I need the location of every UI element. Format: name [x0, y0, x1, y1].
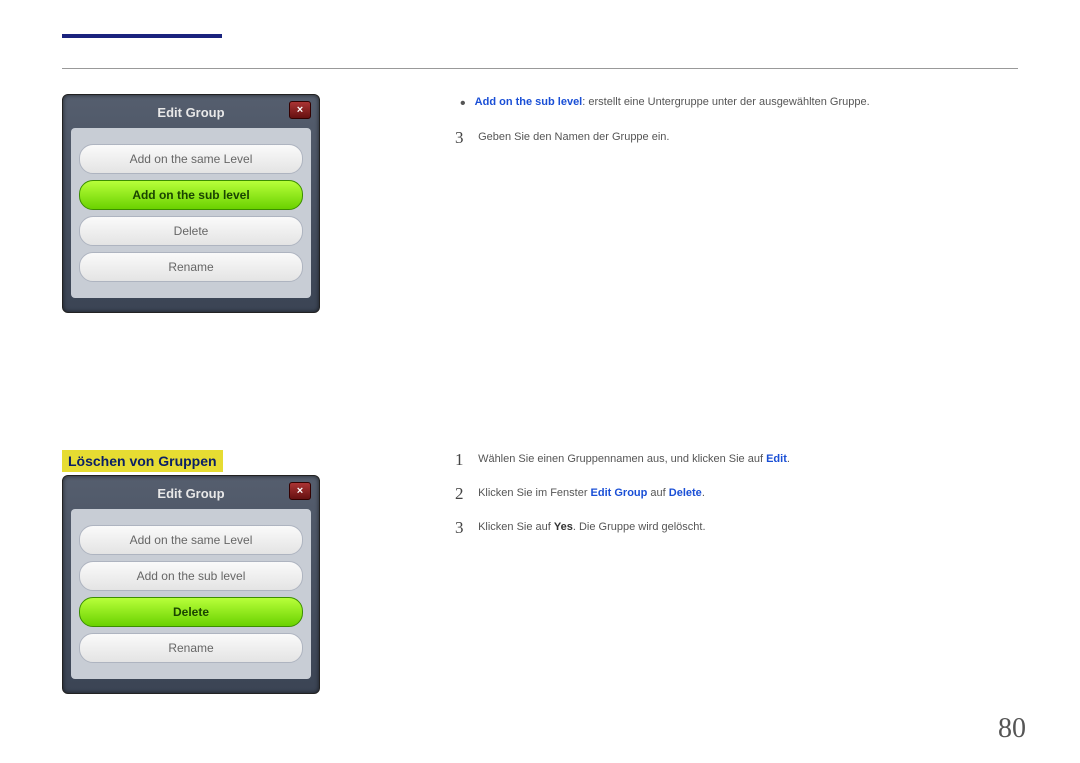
step-keyword: Edit Group	[591, 487, 648, 499]
step-post: . Die Gruppe wird gelöscht.	[573, 521, 706, 533]
step-text: Klicken Sie auf Yes. Die Gruppe wird gel…	[478, 518, 705, 533]
step-text: Klicken Sie im Fenster Edit Group auf De…	[478, 484, 705, 499]
option-rename[interactable]: Rename	[79, 633, 303, 663]
option-delete[interactable]: Delete	[79, 216, 303, 246]
heading-delete-groups: Löschen von Gruppen	[62, 450, 223, 472]
edit-group-dialog-1: Edit Group × Add on the same Level Add o…	[62, 94, 320, 313]
option-delete[interactable]: Delete	[79, 597, 303, 627]
dialog-title: Edit Group	[71, 484, 311, 509]
step-text: Wählen Sie einen Gruppennamen aus, und k…	[478, 450, 790, 465]
step-number: 3	[455, 518, 475, 538]
step-keyword: Edit	[766, 453, 787, 465]
option-add-same-level[interactable]: Add on the same Level	[79, 144, 303, 174]
section-heading-label: Löschen von Gruppen	[62, 450, 223, 472]
page-number: 80	[998, 713, 1026, 745]
bullet-icon: •	[460, 95, 466, 112]
step-post: .	[787, 453, 790, 465]
option-add-sub-level[interactable]: Add on the sub level	[79, 561, 303, 591]
option-add-same-level[interactable]: Add on the same Level	[79, 525, 303, 555]
step-number: 2	[455, 484, 475, 504]
dialog-body: Add on the same Level Add on the sub lev…	[71, 509, 311, 679]
step-mid: auf	[647, 487, 668, 499]
edit-group-dialog-2: Edit Group × Add on the same Level Add o…	[62, 475, 320, 694]
step-bottom-2: 2 Klicken Sie im Fenster Edit Group auf …	[455, 484, 1018, 504]
step-bottom-3: 3 Klicken Sie auf Yes. Die Gruppe wird g…	[455, 518, 1018, 538]
header-rule	[62, 68, 1018, 69]
bullet-sub-level: • Add on the sub level: erstellt eine Un…	[460, 94, 1018, 112]
step-top-3: 3 Geben Sie den Namen der Gruppe ein.	[455, 128, 1018, 148]
step-number: 1	[455, 450, 475, 470]
step-pre: Wählen Sie einen Gruppennamen aus, und k…	[478, 453, 766, 465]
step-pre: Klicken Sie auf	[478, 521, 554, 533]
close-icon[interactable]: ×	[289, 101, 311, 119]
step-bottom-1: 1 Wählen Sie einen Gruppennamen aus, und…	[455, 450, 1018, 470]
bullet-text: : erstellt eine Untergruppe unter der au…	[582, 96, 869, 108]
step-pre: Klicken Sie im Fenster	[478, 487, 590, 499]
dialog-title: Edit Group	[71, 103, 311, 128]
step-number: 3	[455, 128, 475, 148]
step-keyword: Yes	[554, 521, 573, 533]
step-text: Geben Sie den Namen der Gruppe ein.	[478, 128, 669, 143]
accent-bar	[62, 34, 222, 38]
close-icon[interactable]: ×	[289, 482, 311, 500]
option-rename[interactable]: Rename	[79, 252, 303, 282]
dialog-body: Add on the same Level Add on the sub lev…	[71, 128, 311, 298]
bullet-label: Add on the sub level	[475, 96, 583, 108]
option-add-sub-level[interactable]: Add on the sub level	[79, 180, 303, 210]
step-keyword-2: Delete	[669, 487, 702, 499]
step-post: .	[702, 487, 705, 499]
